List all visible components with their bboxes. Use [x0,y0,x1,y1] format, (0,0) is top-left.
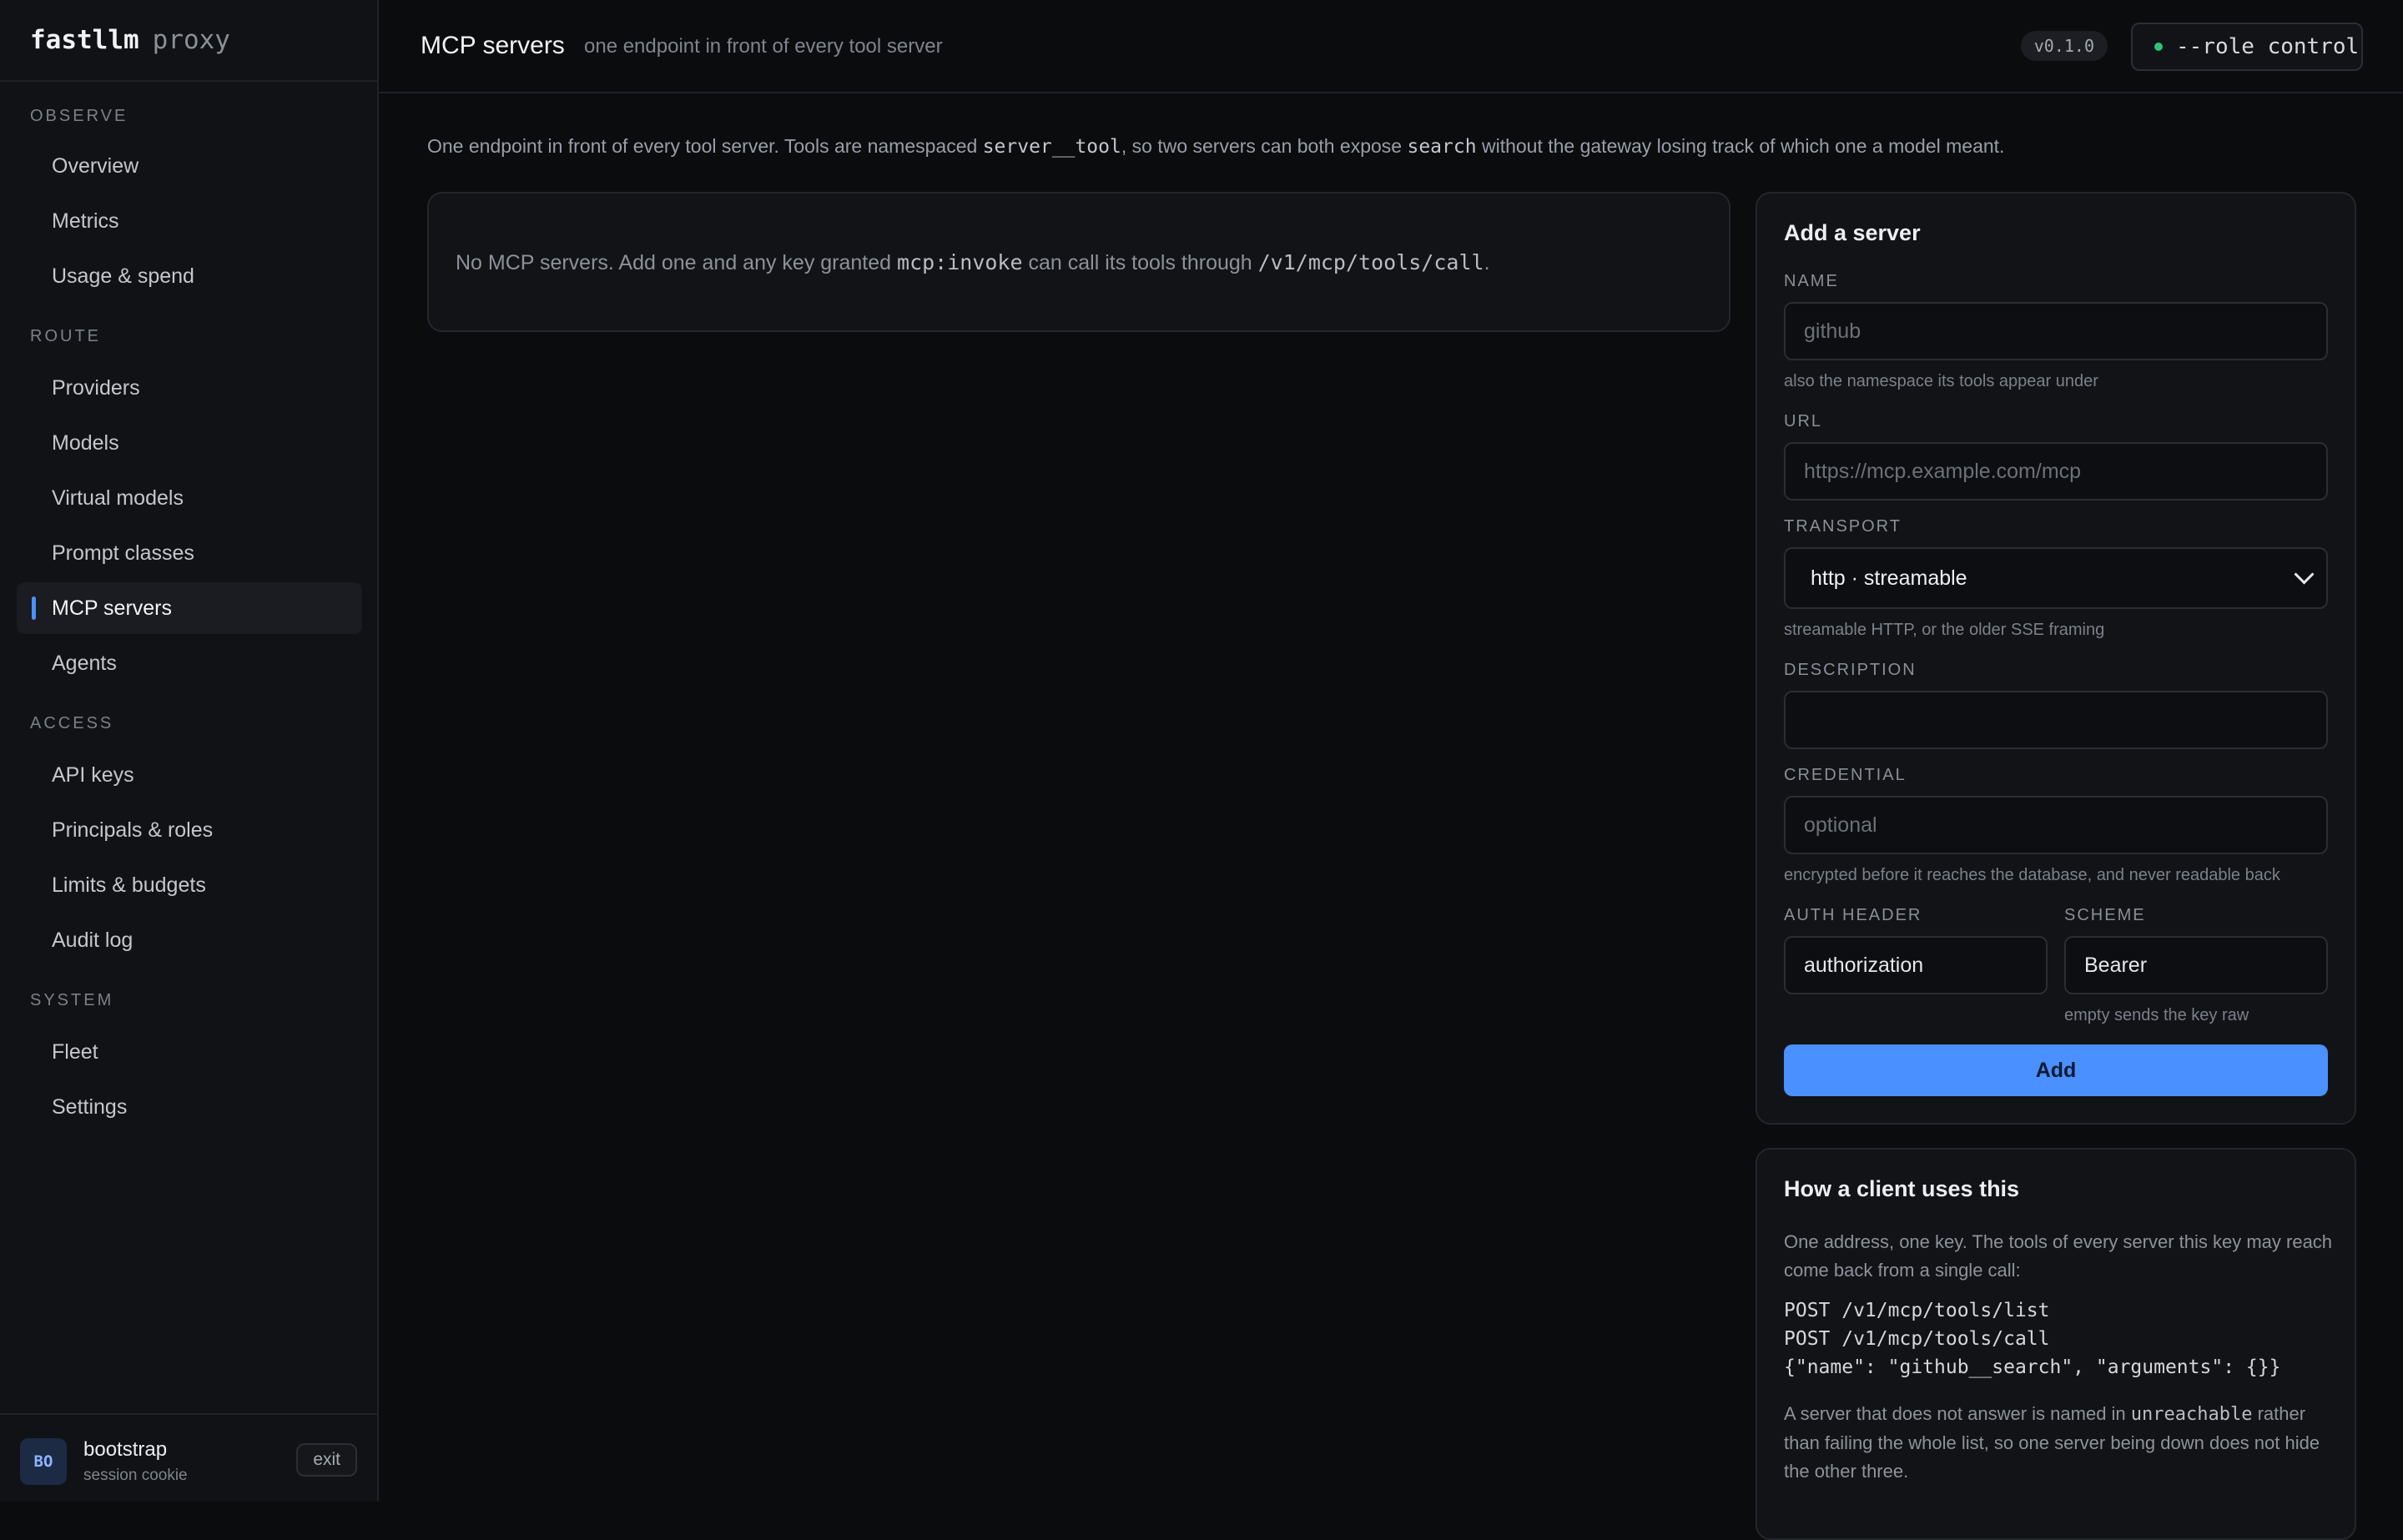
note-code-unreachable: unreachable [2130,1404,2253,1425]
scheme-input[interactable] [2064,936,2328,994]
brand-name: fastllm [30,25,139,55]
sidebar-item-mcp-servers[interactable]: MCP servers [17,582,362,634]
empty-text-part: No MCP servers. Add one and any key gran… [456,251,898,274]
url-label: URL [1784,412,1823,430]
auth-header-input[interactable] [1784,936,2048,994]
status-dot-icon [2154,43,2163,51]
name-input[interactable] [1784,302,2328,360]
code-line: POST /v1/mcp/tools/list [1784,1300,2050,1321]
version-badge: v0.1.0 [2020,31,2108,61]
role-chip[interactable]: --role control [2131,23,2363,71]
sidebar-item-overview[interactable]: Overview [17,140,362,192]
section-label-route: ROUTE [30,327,101,345]
empty-text-part: . [1484,251,1490,274]
description-input[interactable] [1784,691,2328,749]
sidebar-item-settings[interactable]: Settings [17,1081,362,1133]
intro-text: One endpoint in front of every tool serv… [427,135,2004,158]
add-server-form: Add a server NAME also the namespace its… [1756,192,2356,1125]
add-server-button[interactable]: Add [1784,1044,2328,1096]
sidebar-item-virtual-models[interactable]: Virtual models [17,472,362,524]
sidebar-item-models[interactable]: Models [17,417,362,469]
name-hint: also the namespace its tools appear unde… [1784,372,2098,390]
credential-input[interactable] [1784,796,2328,854]
empty-state-text: No MCP servers. Add one and any key gran… [456,250,1490,275]
scheme-label: SCHEME [2064,906,2146,924]
brand-logo[interactable]: fastllm proxy [0,0,377,82]
intro-code-search: search [1407,136,1477,158]
user-bar: BO bootstrap session cookie exit [0,1413,377,1502]
intro-text-part: , so two servers can both expose [1121,135,1408,157]
sidebar-item-audit-log[interactable]: Audit log [17,914,362,966]
brand-suffix: proxy [152,25,230,55]
sidebar-item-principals-roles[interactable]: Principals & roles [17,804,362,856]
sidebar-item-usage-spend[interactable]: Usage & spend [17,250,362,302]
sidebar: fastllm proxy OBSERVE Overview Metrics U… [0,0,379,1502]
transport-hint: streamable HTTP, or the older SSE framin… [1784,621,2105,639]
intro-text-part: One endpoint in front of every tool serv… [427,135,983,157]
exit-button[interactable]: exit [296,1443,357,1477]
chevron-down-icon [2294,564,2315,585]
credential-label: CREDENTIAL [1784,766,1907,784]
scheme-hint: empty sends the key raw [2064,1006,2249,1024]
sidebar-item-api-keys[interactable]: API keys [17,749,362,801]
section-label-system: SYSTEM [30,991,114,1009]
empty-code-endpoint: /v1/mcp/tools/call [1257,250,1484,274]
sidebar-item-agents[interactable]: Agents [17,637,362,689]
url-input[interactable] [1784,442,2328,501]
transport-selected-value: http · streamable [1811,566,1967,590]
form-title: Add a server [1784,220,1921,245]
code-line: {"name": "github__search", "arguments": … [1784,1356,2281,1378]
page-header: MCP servers one endpoint in front of eve… [379,0,2403,93]
section-label-observe: OBSERVE [30,107,128,125]
code-line: POST /v1/mcp/tools/call [1784,1328,2050,1350]
credential-hint: encrypted before it reaches the database… [1784,866,2280,884]
note-text-part: A server that does not answer is named i… [1784,1403,2131,1424]
page-title: MCP servers [421,32,565,59]
servers-empty-state: No MCP servers. Add one and any key gran… [427,192,1730,332]
client-usage-description: One address, one key. The tools of every… [1784,1231,2333,1281]
user-session-type: session cookie [83,1467,188,1484]
intro-text-part: without the gateway losing track of whic… [1476,135,2005,157]
sidebar-item-prompt-classes[interactable]: Prompt classes [17,527,362,579]
sidebar-item-limits-budgets[interactable]: Limits & budgets [17,859,362,911]
client-code-block: POST /v1/mcp/tools/list POST /v1/mcp/tool… [1784,1296,2280,1381]
empty-text-part: can call its tools through [1022,251,1258,274]
user-name: bootstrap [83,1438,168,1461]
section-label-access: ACCESS [30,714,114,732]
auth-header-label: AUTH HEADER [1784,906,1922,924]
empty-code-scope: mcp:invoke [897,250,1023,274]
avatar: BO [20,1438,67,1485]
sidebar-item-metrics[interactable]: Metrics [17,195,362,247]
page-subtitle: one endpoint in front of every tool serv… [584,35,943,58]
name-label: NAME [1784,272,1839,290]
intro-code-namespace: server__tool [982,136,1121,158]
transport-select[interactable]: http · streamable [1784,547,2328,609]
client-usage-title: How a client uses this [1784,1176,2020,1201]
sidebar-item-fleet[interactable]: Fleet [17,1026,362,1078]
transport-label: TRANSPORT [1784,517,1902,536]
role-label: --role control [2176,34,2360,59]
client-usage-card: How a client uses this One address, one … [1756,1148,2356,1540]
sidebar-item-providers[interactable]: Providers [17,362,362,414]
client-usage-note: A server that does not answer is named i… [1784,1400,2335,1486]
description-label: DESCRIPTION [1784,661,1917,679]
